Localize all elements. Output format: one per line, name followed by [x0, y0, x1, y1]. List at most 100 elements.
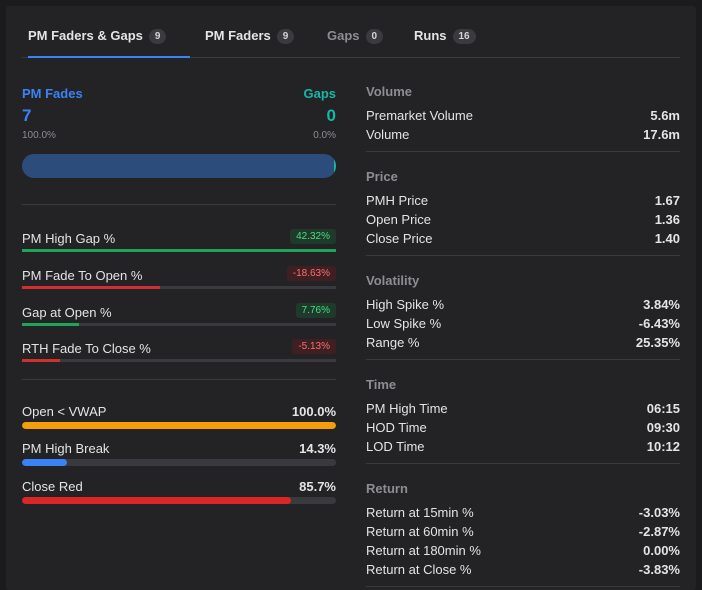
row-value: 1.67	[654, 193, 680, 208]
stat-value: 14.3%	[299, 441, 336, 456]
row-range: Range % 25.35%	[366, 335, 680, 354]
row-value: 06:15	[646, 401, 680, 416]
section-title-price: Price	[366, 169, 398, 184]
pm-fades-count: 7	[22, 106, 32, 125]
tab-pm-faders-gaps[interactable]: PM Faders & Gaps 9	[28, 28, 190, 58]
row-close-price: Close Price 1.40	[366, 231, 680, 250]
stat-track	[22, 422, 336, 429]
divider	[22, 379, 336, 380]
row-value: 10:12	[646, 439, 680, 454]
tab-label: PM Faders	[205, 28, 271, 43]
row-volume: Volume 17.6m	[366, 127, 680, 146]
row-label: Low Spike %	[366, 316, 442, 331]
row-value: -3.83%	[638, 562, 680, 577]
row-high-spike: High Spike % 3.84%	[366, 297, 680, 316]
stat-open-below-vwap: Open < VWAP 100.0%	[22, 402, 336, 434]
row-return-15min: Return at 15min % -3.03%	[366, 505, 680, 524]
gaps-label: Gaps	[303, 86, 336, 101]
tab-bar: PM Faders & Gaps 9 PM Faders 9 Gaps 0 Runs 1…	[22, 6, 680, 58]
row-premarket-volume: Premarket Volume 5.6m	[366, 108, 680, 127]
stat-label: Open < VWAP	[22, 404, 107, 419]
row-label: Close Price	[366, 231, 433, 246]
row-value: 5.6m	[650, 108, 680, 123]
row-label: High Spike %	[366, 297, 445, 312]
row-value: 09:30	[646, 420, 680, 435]
row-value: -6.43%	[638, 316, 680, 331]
row-value: 1.36	[654, 212, 680, 227]
divider	[366, 151, 680, 152]
row-value: 1.40	[654, 231, 680, 246]
row-hod-time: HOD Time 09:30	[366, 420, 680, 439]
row-return-180min: Return at 180min % 0.00%	[366, 543, 680, 562]
metric-fill	[22, 286, 161, 289]
tab-label: Runs	[414, 28, 447, 43]
row-value: -2.87%	[638, 524, 680, 539]
metric-label: PM Fade To Open %	[22, 268, 143, 283]
row-value: 25.35%	[635, 335, 680, 350]
metric-value-badge: -18.63%	[286, 266, 336, 281]
stat-close-red: Close Red 85.7%	[22, 477, 336, 509]
metric-fill	[22, 249, 336, 252]
section-title-time: Time	[366, 377, 397, 392]
tab-count-badge: 9	[148, 29, 167, 44]
row-pm-high-time: PM High Time 06:15	[366, 401, 680, 420]
divider	[366, 359, 680, 360]
row-label: PM High Time	[366, 401, 448, 416]
section-title-volume: Volume	[366, 84, 412, 99]
tab-gaps[interactable]: Gaps 0	[327, 28, 384, 58]
stat-fill	[22, 422, 336, 429]
metric-value-badge: 42.32%	[290, 229, 336, 244]
metric-fill	[22, 323, 79, 326]
stat-track	[22, 459, 336, 466]
row-label: PMH Price	[366, 193, 429, 208]
row-label: Range %	[366, 335, 420, 350]
metric-pm-fade-to-open: PM Fade To Open % -18.63%	[22, 264, 336, 294]
row-label: Return at 15min %	[366, 505, 474, 520]
tab-label: Gaps	[327, 28, 360, 43]
row-lod-time: LOD Time 10:12	[366, 439, 680, 458]
metric-track	[22, 249, 336, 252]
stat-value: 85.7%	[299, 479, 336, 494]
divider	[366, 463, 680, 464]
stats-panel: PM Faders & Gaps 9 PM Faders 9 Gaps 0 Runs 1…	[6, 6, 696, 590]
stat-label: PM High Break	[22, 441, 110, 456]
metric-fill	[22, 359, 60, 362]
metric-rth-fade-to-close: RTH Fade To Close % -5.13%	[22, 337, 336, 367]
row-pmh-price: PMH Price 1.67	[366, 193, 680, 212]
metric-value-badge: -5.13%	[292, 339, 336, 354]
stat-pm-high-break: PM High Break 14.3%	[22, 439, 336, 471]
row-label: Volume	[366, 127, 410, 142]
row-label: HOD Time	[366, 420, 427, 435]
row-value: 17.6m	[643, 127, 680, 142]
metric-track	[22, 323, 336, 326]
pm-fades-percent: 100.0%	[22, 130, 56, 141]
row-label: Return at 180min %	[366, 543, 481, 558]
stat-fill	[22, 497, 292, 504]
stat-label: Close Red	[22, 479, 83, 494]
row-label: Return at Close %	[366, 562, 472, 577]
row-label: Premarket Volume	[366, 108, 473, 123]
tab-count-badge: 16	[452, 29, 476, 44]
section-title-return: Return	[366, 481, 408, 496]
tab-runs[interactable]: Runs 16	[414, 28, 476, 58]
row-value: 0.00%	[643, 543, 680, 558]
metric-label: Gap at Open %	[22, 305, 112, 320]
row-open-price: Open Price 1.36	[366, 212, 680, 231]
row-value: 3.84%	[643, 297, 680, 312]
metric-label: PM High Gap %	[22, 231, 116, 246]
stat-value: 100.0%	[291, 404, 336, 419]
tab-label: PM Faders & Gaps	[28, 28, 143, 43]
fades-vs-gaps-bar	[22, 154, 336, 178]
metric-track	[22, 286, 336, 289]
row-return-60min: Return at 60min % -2.87%	[366, 524, 680, 543]
tab-count-badge: 9	[276, 29, 295, 44]
tab-pm-faders[interactable]: PM Faders 9	[205, 28, 295, 58]
gaps-bar-segment	[334, 154, 336, 178]
divider	[366, 255, 680, 256]
row-label: Open Price	[366, 212, 432, 227]
divider	[22, 204, 336, 205]
gaps-percent: 0.0%	[313, 130, 336, 141]
stat-fill	[22, 459, 67, 466]
divider	[366, 586, 680, 587]
row-label: LOD Time	[366, 439, 425, 454]
